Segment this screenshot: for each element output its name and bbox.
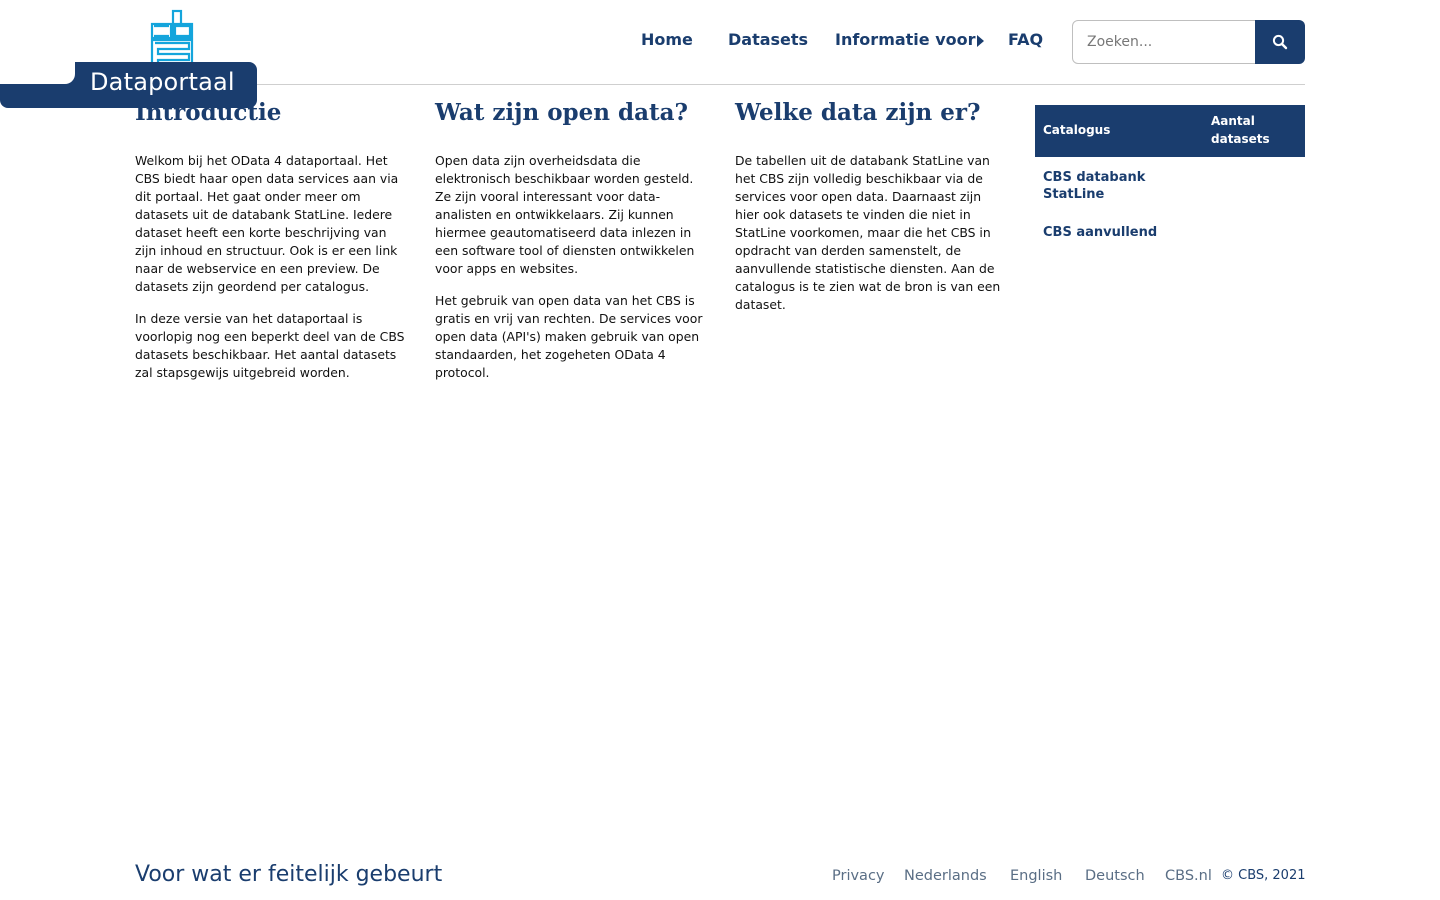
search-icon: [1272, 34, 1288, 50]
open-data-paragraph: Open data zijn overheidsdata die elektro…: [435, 153, 695, 276]
catalog-link[interactable]: CBS databank StatLine: [1043, 170, 1145, 202]
intro-paragraph: In deze versie van het dataportaal is vo…: [135, 311, 405, 380]
footer-link-deutsch[interactable]: Deutsch: [1085, 868, 1145, 884]
footer-slogan: Voor wat er feitelijk gebeurt: [135, 862, 443, 887]
table-header-aantal-datasets: Aantal datasets: [1211, 114, 1270, 146]
available-data-column: Welke data zijn er? De tabellen uit de d…: [735, 98, 1005, 328]
table-header-row: Catalogus Aantal datasets: [1035, 105, 1305, 157]
table-header-catalogus: Catalogus: [1043, 123, 1111, 137]
table-row[interactable]: CBS databank StatLine: [1035, 157, 1195, 203]
search-input[interactable]: [1072, 20, 1262, 64]
intro-paragraph: Welkom bij het OData 4 dataportaal. Het …: [135, 153, 399, 294]
footer-link-privacy[interactable]: Privacy: [832, 868, 885, 884]
footer-link-nederlands[interactable]: Nederlands: [904, 868, 987, 884]
footer-link-english[interactable]: English: [1010, 868, 1062, 884]
available-data-paragraph: De tabellen uit de databank StatLine van…: [735, 153, 1001, 312]
footer-link-cbs-nl[interactable]: CBS.nl: [1165, 868, 1212, 884]
brand-label[interactable]: Dataportaal: [90, 68, 235, 96]
nav-home[interactable]: Home: [641, 30, 693, 49]
nav-datasets[interactable]: Datasets: [728, 30, 808, 49]
open-data-paragraph: Het gebruik van open data van het CBS is…: [435, 293, 703, 380]
open-data-heading: Wat zijn open data?: [435, 99, 688, 126]
available-data-heading: Welke data zijn er?: [735, 99, 981, 126]
table-row[interactable]: CBS aanvullend: [1035, 203, 1195, 241]
open-data-column: Wat zijn open data? Open data zijn overh…: [435, 98, 705, 396]
footer-copyright: © CBS, 2021: [1221, 868, 1306, 883]
intro-column: Introductie Welkom bij het OData 4 datap…: [135, 98, 405, 396]
brand-tab-notch: [0, 62, 75, 84]
caret-right-icon[interactable]: [977, 35, 984, 47]
nav-informatie-voor[interactable]: Informatie voor: [835, 30, 976, 49]
search-button[interactable]: [1255, 20, 1305, 64]
catalog-table: Catalogus Aantal datasets CBS databank S…: [1035, 105, 1305, 241]
nav-faq[interactable]: FAQ: [1008, 30, 1043, 49]
catalog-link[interactable]: CBS aanvullend: [1043, 225, 1157, 240]
